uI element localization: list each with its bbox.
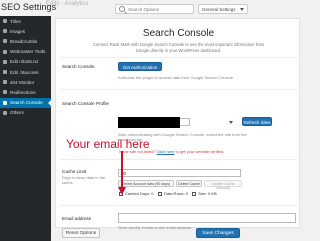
sidebar-item-others[interactable]: Others	[0, 108, 51, 118]
breadcrumb-icon	[3, 39, 7, 44]
email-label: Email address	[62, 216, 92, 221]
monitor-icon	[3, 80, 7, 85]
settings-type-value: General Settings	[202, 7, 236, 12]
robot-icon	[3, 59, 7, 64]
sidebar-item-label: Others	[10, 110, 24, 116]
database-icon	[192, 191, 196, 196]
ghost-title-text: Edits · Analytics	[46, 1, 89, 7]
top-bar: SEO Settings Edits · Analytics General S…	[0, 0, 300, 16]
email-field[interactable]	[118, 213, 296, 223]
search-icon	[119, 6, 125, 12]
sidebar-item-label: Search Console	[10, 100, 43, 106]
save-changes-button[interactable]: Save Changes	[196, 228, 240, 238]
divider	[60, 57, 297, 58]
title-icon	[3, 19, 7, 24]
redacted-profile-value	[118, 117, 180, 128]
size-stat: Size: 0 KB	[192, 191, 217, 196]
sidebar-item-robots[interactable]: Edit robots.txt	[0, 57, 51, 67]
verify-site-link[interactable]: Click here	[157, 149, 175, 154]
settings-panel: Search Console Connect Rank Math with Go…	[55, 18, 300, 230]
sidebar-item-label: Redirections	[10, 89, 36, 95]
annotation-text: Your email here	[66, 137, 150, 151]
image-icon	[3, 29, 7, 34]
sidebar-item-images[interactable]: Images	[0, 26, 51, 36]
cache-limit-hint: Days to keep data in the cache.	[62, 175, 106, 185]
sidebar-item-label: Images	[10, 28, 26, 34]
sidebar-item-404-monitor[interactable]: 404 Monitor	[0, 77, 51, 87]
panel-title: Search Console	[142, 28, 215, 39]
get-authorization-code-button[interactable]: Get Authorization Code	[118, 62, 162, 75]
settings-type-select[interactable]: General Settings	[198, 4, 248, 14]
email-hint: Send weekly emails to this email address…	[118, 225, 193, 230]
sidebar-item-breadcrumbs[interactable]: Breadcrumbs	[0, 36, 51, 46]
app-window: SEO Settings Edits · Analytics General S…	[0, 0, 300, 241]
divider	[60, 159, 297, 160]
delete-account-data-button[interactable]: Delete Account data (90 days)	[118, 180, 174, 187]
sidebar-item-redirections[interactable]: Redirections	[0, 87, 51, 97]
sidebar-item-label: Edit robots.txt	[10, 59, 39, 65]
cached-days-text: Cached Days: 0	[125, 191, 154, 196]
annotation-arrow-shaft	[121, 151, 123, 188]
cache-limit-label: Cache Limit	[62, 169, 87, 174]
divider	[60, 89, 297, 90]
sidebar-item-label: Webmaster Tools	[10, 49, 46, 55]
sidebar: Titles Images Breadcrumbs Webmaster Tool…	[0, 16, 51, 241]
delete-cache-button[interactable]: Delete Cache	[176, 180, 202, 187]
search-console-label: Search Console	[62, 64, 95, 69]
search-box[interactable]	[115, 4, 194, 14]
sidebar-item-webmaster-tools[interactable]: Webmaster Tools	[0, 47, 51, 57]
refresh-sites-button[interactable]: Refresh Sites	[242, 117, 272, 126]
chevron-down-icon	[240, 8, 244, 11]
arrow-down-icon	[118, 187, 126, 195]
sidebar-item-label: Edit .htaccess	[10, 69, 39, 75]
search-console-hint: Authorize the plugin to access data from…	[118, 75, 235, 80]
update-cache-button[interactable]: Update Cache manually	[204, 180, 242, 190]
data-rows-stat: Data Rows: 0	[158, 191, 188, 196]
data-rows-text: Data Rows: 0	[164, 191, 189, 196]
sidebar-item-label: Titles	[10, 18, 21, 24]
others-icon	[3, 110, 7, 115]
profile-warning-suffix: to get your website verified.	[175, 149, 225, 154]
profile-label: Search Console Profile	[62, 101, 109, 106]
sidebar-item-search-console[interactable]: Search Console	[0, 97, 51, 108]
panel-description: Connect Rank Math with Google Search Con…	[92, 42, 265, 53]
search-console-icon	[3, 100, 7, 105]
rows-icon	[158, 191, 162, 196]
chevron-down-icon	[226, 118, 236, 126]
cache-limit-input[interactable]	[118, 169, 241, 177]
file-icon	[3, 70, 7, 75]
sidebar-item-label: Breadcrumbs	[10, 38, 38, 44]
sidebar-item-titles[interactable]: Titles	[0, 16, 51, 26]
sidebar-item-htaccess[interactable]: Edit .htaccess	[0, 67, 51, 77]
sidebar-item-label: 404 Monitor	[10, 79, 35, 85]
redirect-icon	[3, 90, 7, 95]
divider	[60, 205, 297, 206]
reset-options-button[interactable]: Reset Options	[62, 228, 100, 238]
size-text: Size: 0 KB	[198, 191, 217, 196]
search-input[interactable]	[128, 6, 192, 13]
tools-icon	[3, 49, 7, 54]
